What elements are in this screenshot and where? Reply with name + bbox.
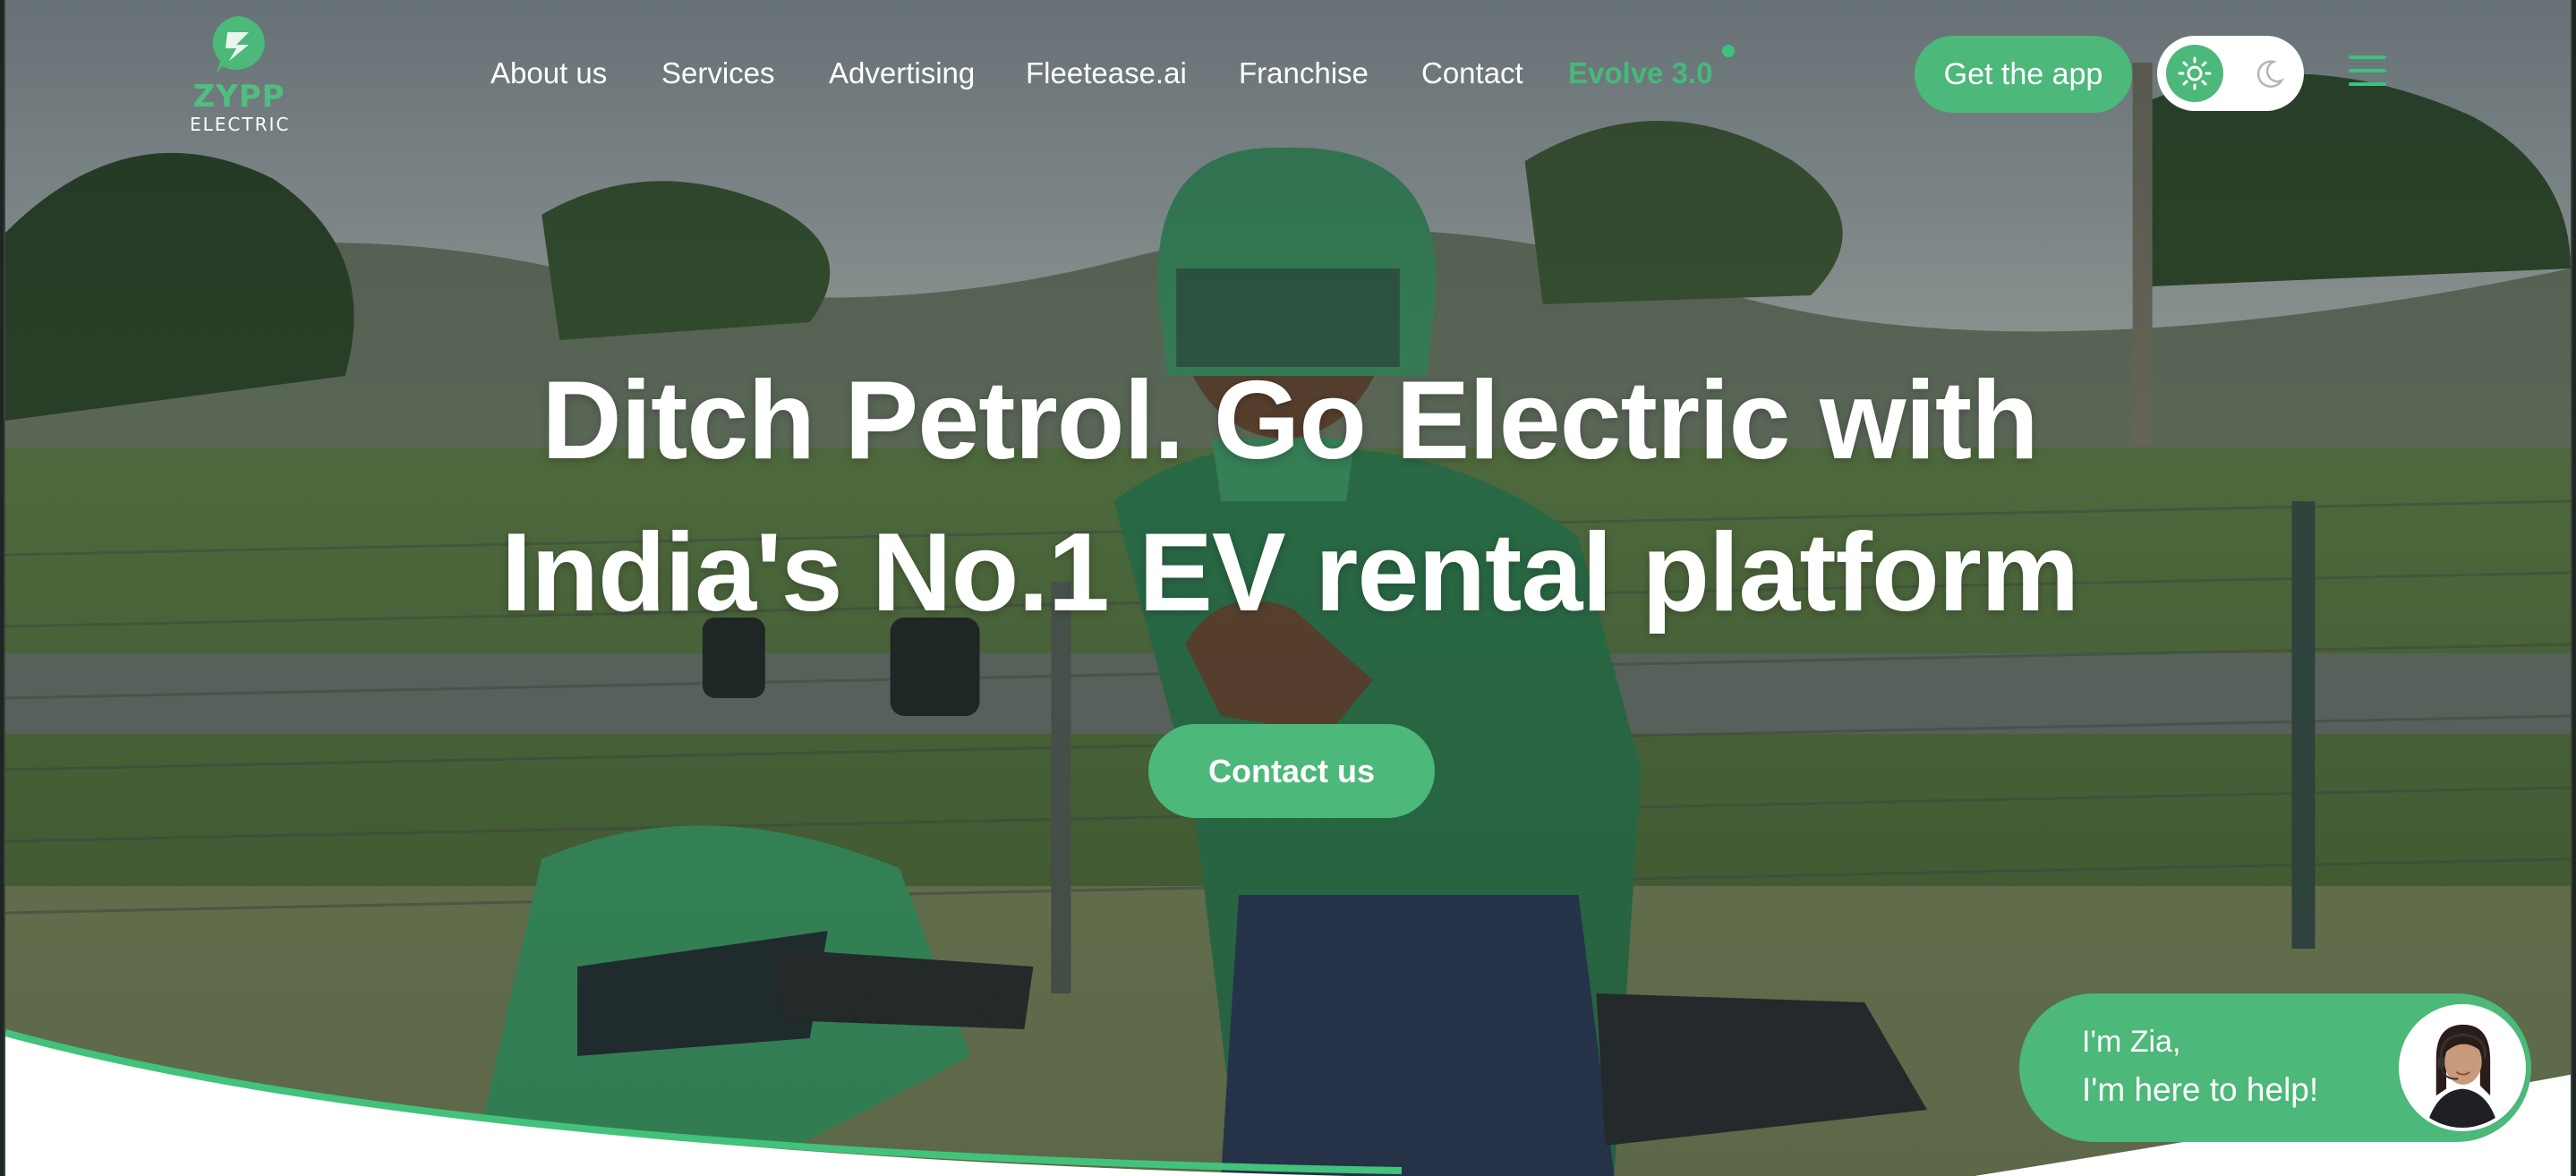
sun-icon[interactable] <box>2166 45 2223 102</box>
nav-about-us[interactable]: About us <box>490 52 607 95</box>
nav-evolve[interactable]: Evolve 3.0 <box>1568 52 1712 95</box>
hero-section: ZYPP ELECTRIC About us Services Advertis… <box>4 0 2572 1176</box>
hero-headline: Ditch Petrol. Go Electric with India's N… <box>5 345 2571 649</box>
nav-fleetease[interactable]: Fleetease.ai <box>1026 52 1187 95</box>
zypp-logo[interactable]: ZYPP ELECTRIC <box>190 14 291 135</box>
chat-widget[interactable]: I'm Zia, I'm here to help! <box>2019 993 2531 1142</box>
support-agent-avatar[interactable] <box>2399 1004 2526 1131</box>
headline-line-2: India's No.1 EV rental platform <box>500 511 2079 635</box>
moon-icon[interactable] <box>2250 54 2290 93</box>
logo-subtitle: ELECTRIC <box>190 114 291 135</box>
headline-line-1: Ditch Petrol. Go Electric with <box>542 359 2039 482</box>
theme-toggle[interactable] <box>2157 36 2304 111</box>
new-indicator-dot <box>1722 45 1735 57</box>
hamburger-menu-icon[interactable] <box>2349 55 2386 89</box>
chat-greeting: I'm Zia, <box>2082 1025 2181 1059</box>
zypp-bolt-logo-icon <box>208 14 269 75</box>
nav-franchise[interactable]: Franchise <box>1239 52 1369 95</box>
nav-advertising[interactable]: Advertising <box>829 52 975 95</box>
logo-wordmark: ZYPP <box>192 79 286 115</box>
nav-contact[interactable]: Contact <box>1421 52 1523 95</box>
contact-us-button[interactable]: Contact us <box>1148 724 1435 818</box>
chat-help-text: I'm here to help! <box>2082 1071 2319 1108</box>
nav-services[interactable]: Services <box>661 52 775 95</box>
get-the-app-button[interactable]: Get the app <box>1915 36 2132 113</box>
